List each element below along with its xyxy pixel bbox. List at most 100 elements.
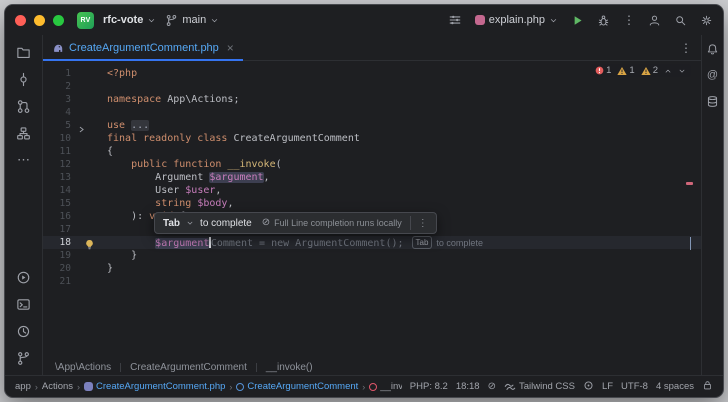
prohibit-icon[interactable]: ⊘	[488, 381, 496, 392]
search-everywhere-button[interactable]	[674, 14, 687, 27]
indent-widget[interactable]: 4 spaces	[656, 381, 694, 392]
code-line[interactable]: 19 }	[43, 249, 701, 262]
chevron-down-icon[interactable]	[678, 67, 686, 75]
breadcrumb-item[interactable]: CreateArgumentComment	[130, 362, 247, 373]
php-file-icon	[54, 44, 63, 52]
ai-assistant-icon[interactable]: @	[704, 66, 722, 84]
status-nav-item[interactable]: CreateArgumentComment	[236, 381, 358, 392]
line-number[interactable]: 16	[43, 210, 71, 223]
commit-icon[interactable]	[13, 68, 35, 90]
code-with-me-icon[interactable]	[648, 14, 661, 27]
php-script-icon	[474, 15, 485, 25]
code-line[interactable]: 18 $argument Comment = new ArgumentCommen…	[43, 235, 701, 250]
line-number[interactable]: 4	[43, 106, 71, 119]
php-version-widget[interactable]: PHP: 8.2	[410, 381, 448, 392]
tailwind-widget[interactable]: Tailwind CSS	[504, 381, 575, 393]
code-text: string $body,	[107, 197, 701, 210]
completion-popup[interactable]: Tab to complete ⊘ Full Line completion r…	[154, 212, 437, 234]
line-number[interactable]: 2	[43, 80, 71, 93]
code-line[interactable]: 15 string $body,	[43, 197, 701, 210]
code-line[interactable]: 12 public function __invoke(	[43, 158, 701, 171]
lock-icon[interactable]	[702, 380, 713, 394]
code-line[interactable]: 21	[43, 275, 701, 288]
status-nav-item[interactable]: CreateArgumentComment.php	[84, 381, 225, 392]
popup-action-label: to complete	[200, 217, 252, 229]
line-number[interactable]: 10	[43, 132, 71, 145]
pull-requests-icon[interactable]	[13, 95, 35, 117]
run-toolwindow-icon[interactable]	[13, 266, 35, 288]
structure-icon[interactable]	[13, 122, 35, 144]
more-actions-button[interactable]: ⋮	[623, 13, 635, 27]
terminal-icon[interactable]	[13, 293, 35, 315]
close-window-button[interactable]	[15, 14, 26, 26]
line-number[interactable]: 13	[43, 171, 71, 184]
run-button[interactable]	[571, 14, 584, 27]
line-number[interactable]: 21	[43, 275, 71, 288]
line-number[interactable]: 14	[43, 184, 71, 197]
tab-create-argument-comment[interactable]: CreateArgumentComment.php ×	[43, 35, 243, 61]
line-number[interactable]: 12	[43, 158, 71, 171]
code-segment: __invoke	[227, 159, 276, 170]
git-toolwindow-icon[interactable]	[13, 347, 35, 369]
scrollbar-error-mark[interactable]	[686, 182, 693, 185]
line-number[interactable]: 15	[43, 197, 71, 210]
breadcrumb-item[interactable]: \App\Actions	[55, 362, 111, 373]
code-line[interactable]: 14 User $user,	[43, 184, 701, 197]
project-widget[interactable]: rfc-vote	[103, 14, 156, 26]
run-config-name: explain.php	[488, 14, 545, 26]
tab-key-label: Tab	[163, 217, 181, 229]
chevron-up-icon[interactable]	[664, 67, 672, 75]
breadcrumb-item[interactable]: __invoke()	[266, 362, 313, 373]
chevron-down-icon[interactable]	[186, 219, 194, 227]
code-line[interactable]: 10 final readonly class CreateArgumentCom…	[43, 132, 701, 145]
clock-icon[interactable]	[13, 320, 35, 342]
notifications-bell-icon[interactable]	[704, 40, 722, 58]
tune-icon[interactable]	[448, 13, 462, 27]
offline-icon: ⊘	[261, 217, 271, 228]
code-segment: ,	[215, 185, 222, 196]
status-plugin-icon[interactable]	[583, 380, 594, 394]
more-toolwindows-icon[interactable]: ⋯	[13, 149, 35, 171]
status-nav-item[interactable]: __invoke	[369, 381, 402, 392]
chevron-down-icon	[212, 18, 218, 22]
line-number[interactable]: 17	[43, 223, 71, 236]
gutter-zone	[71, 262, 107, 275]
code-line[interactable]: 11 {	[43, 145, 701, 158]
scrollbar-caret-mark[interactable]	[689, 237, 691, 250]
code-segment: Comment = new ArgumentComment();	[210, 237, 404, 249]
branch-widget[interactable]: main	[165, 14, 219, 27]
line-ending-widget[interactable]: LF	[602, 381, 613, 392]
status-nav-item[interactable]: Actions	[42, 381, 73, 392]
code-line[interactable]: 13 Argument $argument,	[43, 171, 701, 184]
tab-options-button[interactable]: ⋮	[680, 41, 692, 55]
line-number[interactable]: 3	[43, 93, 71, 106]
error-icon	[595, 66, 604, 75]
code-line[interactable]: 3 namespace App\Actions;	[43, 93, 701, 106]
code-line[interactable]: 2	[43, 80, 701, 93]
line-number[interactable]: 18	[43, 236, 71, 249]
settings-gear-icon[interactable]	[700, 14, 713, 27]
line-number[interactable]: 1	[43, 67, 71, 80]
project-icon[interactable]: RV	[77, 11, 94, 29]
code-line[interactable]: 20}	[43, 262, 701, 275]
run-config-selector[interactable]: explain.php	[474, 14, 558, 26]
line-number[interactable]: 5	[43, 119, 71, 132]
code-line[interactable]: 5 use ...	[43, 119, 701, 133]
class-icon	[236, 382, 245, 391]
editor[interactable]: 1 <?php 2 3 namespace App\Actions; 4 5 use ... 1…	[43, 61, 701, 359]
debug-button[interactable]	[597, 14, 610, 27]
popup-more-button[interactable]: ⋮	[409, 216, 428, 230]
line-number[interactable]: 20	[43, 262, 71, 275]
encoding-widget[interactable]: UTF-8	[621, 381, 648, 392]
code-line[interactable]: 4	[43, 106, 701, 119]
database-icon[interactable]	[704, 92, 722, 110]
caret-position-widget[interactable]: 18:18	[456, 381, 480, 392]
line-number[interactable]: 11	[43, 145, 71, 158]
close-tab-icon[interactable]: ×	[227, 42, 234, 54]
inspections-widget[interactable]: 1 1 2	[590, 64, 691, 77]
line-number[interactable]: 19	[43, 249, 71, 262]
project-folder-icon[interactable]	[13, 41, 35, 63]
status-nav-item[interactable]: app	[15, 381, 31, 392]
minimize-window-button[interactable]	[34, 14, 45, 26]
zoom-window-button[interactable]	[53, 14, 64, 26]
